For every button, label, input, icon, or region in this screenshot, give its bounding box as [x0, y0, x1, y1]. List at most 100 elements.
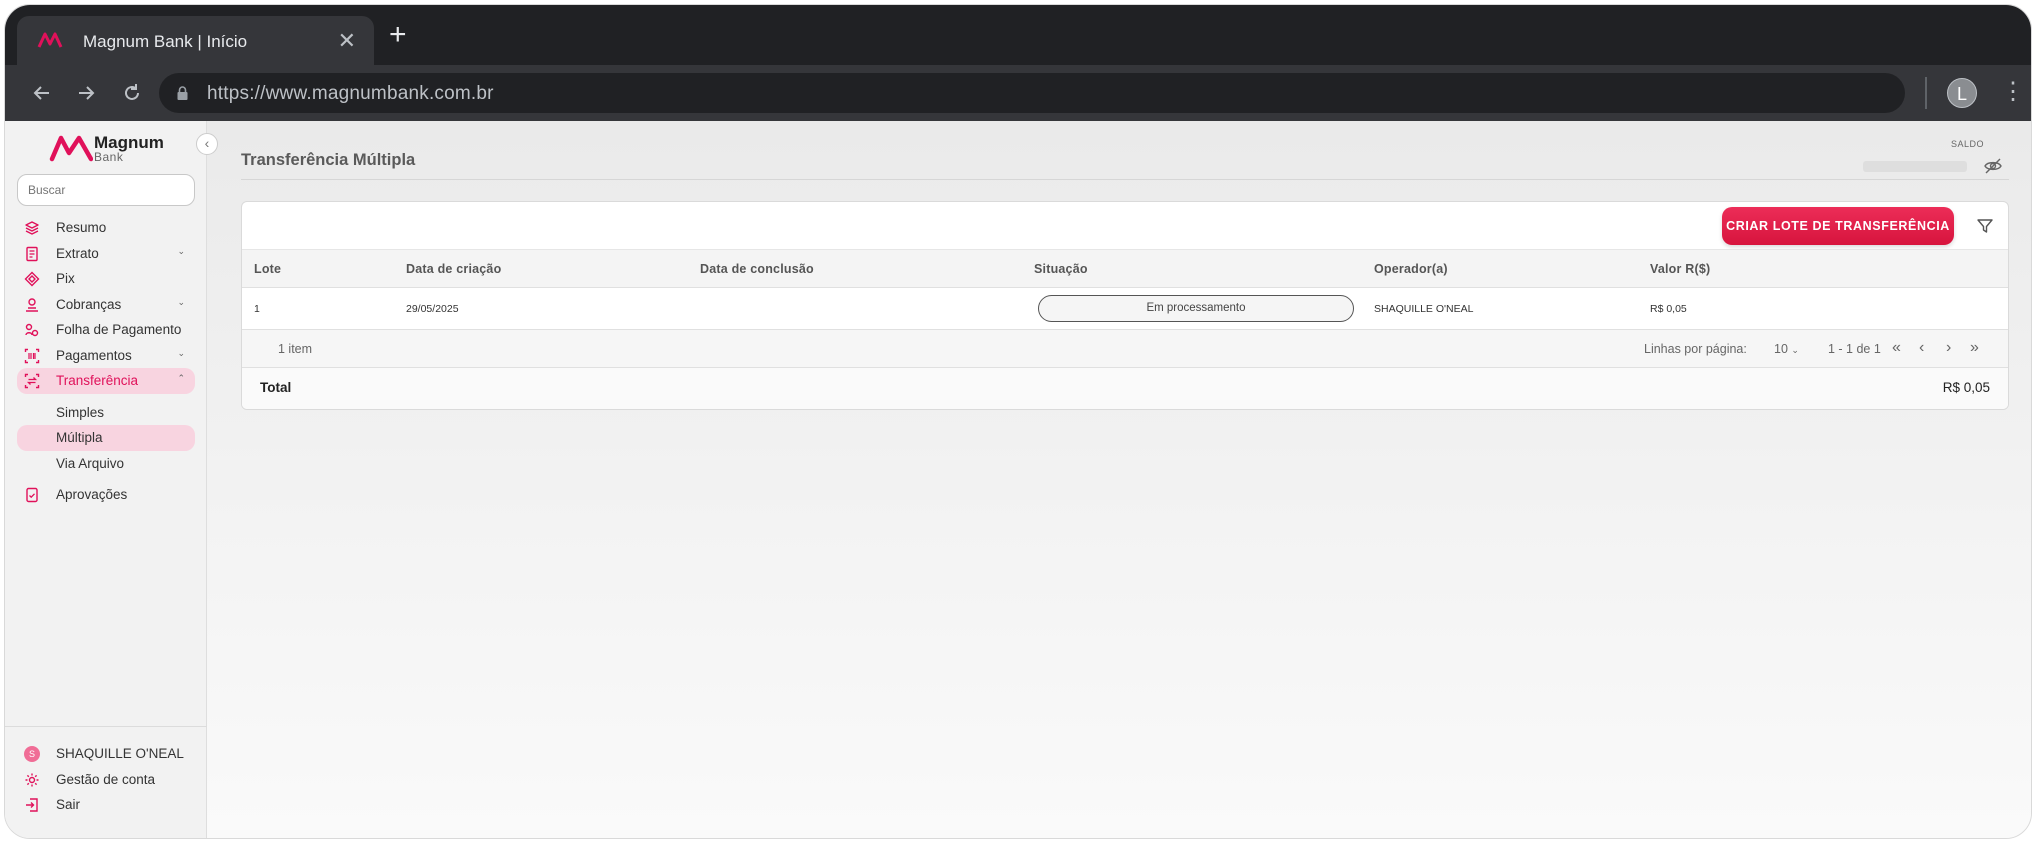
chevron-up-icon: ⌃ — [177, 373, 185, 383]
sidebar-subitem-label: Simples — [56, 404, 105, 420]
pagination-bar: 1 item Linhas por página: 10 ⌄ 1 - 1 de … — [242, 330, 2008, 368]
pix-icon — [24, 271, 40, 287]
sidebar-item-pagamentos[interactable]: Pagamentos ⌄ — [17, 343, 195, 369]
sidebar-item-label: Transferência — [56, 373, 139, 388]
sidebar-item-extrato[interactable]: Extrato ⌄ — [17, 241, 195, 267]
reload-icon[interactable] — [117, 78, 147, 108]
table-header: Lote Data de criação Data de conclusão S… — [242, 249, 2008, 288]
brand-sub: Bank — [94, 150, 124, 164]
brand-logo[interactable]: Magnum Bank — [49, 131, 179, 167]
last-page-icon[interactable]: » — [1970, 339, 1979, 357]
first-page-icon[interactable]: « — [1892, 339, 1901, 357]
title-divider — [241, 179, 2009, 180]
magnum-logo-icon — [37, 32, 63, 48]
gear-icon — [25, 773, 39, 786]
sidebar-item-transferencia[interactable]: Transferência ⌃ — [17, 368, 195, 394]
sidebar-footer: S SHAQUILLE O'NEAL Gestão de conta Sair — [5, 726, 207, 818]
approval-icon — [26, 487, 38, 503]
forward-icon[interactable] — [71, 78, 101, 108]
tab-title: Magnum Bank | Início — [83, 32, 248, 51]
sidebar-item-label: Cobranças — [56, 296, 122, 312]
column-header-lote[interactable]: Lote — [254, 262, 281, 276]
address-bar[interactable]: https://www.magnumbank.com.br — [159, 73, 1905, 113]
search-input[interactable] — [17, 174, 195, 206]
sidebar-subitem-label: Múltipla — [56, 430, 103, 445]
user-name: SHAQUILLE O'NEAL — [56, 746, 184, 761]
avatar: S — [24, 746, 40, 762]
filter-icon[interactable] — [1976, 217, 1994, 235]
chevron-down-icon: ⌄ — [1791, 345, 1799, 355]
browser-tab[interactable]: Magnum Bank | Início ✕ — [17, 16, 374, 65]
sidebar-item-folha[interactable]: Folha de Pagamento — [17, 317, 195, 343]
toolbar-divider — [1925, 77, 1927, 109]
layers-icon — [25, 221, 39, 235]
barcode-icon — [24, 348, 40, 363]
create-batch-button[interactable]: CRIAR LOTE DE TRANSFERÊNCIA — [1722, 207, 1954, 245]
sidebar-item-label: Aprovações — [56, 487, 128, 502]
column-header-data-conclusao[interactable]: Data de conclusão — [700, 262, 814, 276]
sidebar-item-label: Pix — [56, 271, 75, 286]
total-row: Total R$ 0,05 — [242, 368, 2008, 409]
profile-avatar[interactable]: L — [1947, 78, 1977, 108]
lock-icon — [177, 86, 188, 100]
sidebar-item-label: Folha de Pagamento — [56, 322, 182, 337]
rows-per-page-select[interactable]: 10 ⌄ — [1774, 342, 1799, 356]
address-bar-row: https://www.magnumbank.com.br L ⋮ — [5, 65, 2031, 121]
account-settings-label: Gestão de conta — [56, 771, 156, 787]
page-title: Transferência Múltipla — [241, 151, 416, 169]
sidebar-item-resumo[interactable]: Resumo — [17, 215, 195, 241]
cell-valor: R$ 0,05 — [1650, 303, 1687, 315]
column-header-situacao[interactable]: Situação — [1034, 262, 1088, 276]
cell-data-criacao: 29/05/2025 — [406, 303, 459, 315]
sidebar-subitem-via-arquivo[interactable]: Via Arquivo — [17, 451, 195, 477]
cell-lote: 1 — [254, 303, 260, 315]
collapse-sidebar-button[interactable]: ‹ — [196, 133, 218, 155]
document-icon — [26, 246, 38, 261]
total-value: R$ 0,05 — [1942, 380, 1990, 395]
close-tab-icon[interactable]: ✕ — [338, 28, 356, 54]
magnum-mark-icon — [49, 135, 93, 162]
rows-per-page-label: Linhas por página: — [1644, 342, 1747, 356]
balance-hidden-value — [1863, 161, 1967, 172]
eye-off-icon[interactable] — [1983, 156, 2003, 176]
new-tab-button[interactable]: + — [389, 20, 407, 50]
chevron-down-icon: ⌄ — [177, 245, 185, 256]
next-page-icon[interactable]: › — [1946, 339, 1951, 357]
browser-menu-icon[interactable]: ⋮ — [2001, 77, 2025, 107]
sidebar-subitem-label: Via Arquivo — [56, 455, 125, 471]
logout-label: Sair — [56, 797, 81, 812]
table-row[interactable]: 1 29/05/2025 Em processamento SHAQUILLE … — [242, 288, 2008, 330]
prev-page-icon[interactable]: ‹ — [1919, 339, 1924, 357]
logout-icon — [26, 798, 38, 812]
sidebar-item-pix[interactable]: Pix — [17, 266, 195, 292]
rows-per-page-value: 10 — [1774, 342, 1788, 356]
column-header-data-criacao[interactable]: Data de criação — [406, 262, 501, 276]
logout-item[interactable]: Sair — [5, 792, 207, 818]
sidebar-menu: Resumo Extrato ⌄ Pix Cobranças ⌄ Folha d… — [17, 215, 195, 508]
page-range: 1 - 1 de 1 — [1828, 342, 1881, 356]
sidebar: Magnum Bank ‹ Resumo Extrato ⌄ Pix — [5, 121, 218, 838]
browser-window: Magnum Bank | Início ✕ + https://www.mag… — [4, 4, 2032, 839]
chevron-down-icon: ⌄ — [177, 296, 185, 307]
tab-bar: Magnum Bank | Início ✕ + — [5, 5, 2031, 65]
status-badge: Em processamento — [1038, 295, 1354, 322]
sidebar-item-label: Resumo — [56, 220, 107, 235]
total-label: Total — [260, 380, 292, 395]
cell-operador: SHAQUILLE O'NEAL — [1374, 303, 1474, 315]
balance-label: SALDO — [1951, 139, 1985, 149]
sidebar-item-cobrancas[interactable]: Cobranças ⌄ — [17, 292, 195, 318]
column-header-valor[interactable]: Valor R($) — [1650, 262, 1710, 276]
sidebar-subitem-simples[interactable]: Simples — [17, 400, 195, 426]
back-icon[interactable] — [27, 78, 57, 108]
batch-table-card: CRIAR LOTE DE TRANSFERÊNCIA Lote Data de… — [241, 201, 2009, 410]
sidebar-item-aprovacoes[interactable]: Aprovações — [17, 482, 195, 508]
account-settings-item[interactable]: Gestão de conta — [5, 767, 207, 793]
sidebar-item-label: Pagamentos — [56, 347, 132, 363]
chevron-down-icon: ⌄ — [177, 347, 185, 358]
column-header-operador[interactable]: Operador(a) — [1374, 262, 1448, 276]
url-text: https://www.magnumbank.com.br — [207, 83, 494, 104]
sidebar-subitem-multipla[interactable]: Múltipla — [17, 425, 195, 451]
billing-icon — [26, 297, 38, 312]
app-root: Magnum Bank ‹ Resumo Extrato ⌄ Pix — [5, 121, 2031, 838]
user-profile-item[interactable]: S SHAQUILLE O'NEAL — [5, 741, 207, 767]
